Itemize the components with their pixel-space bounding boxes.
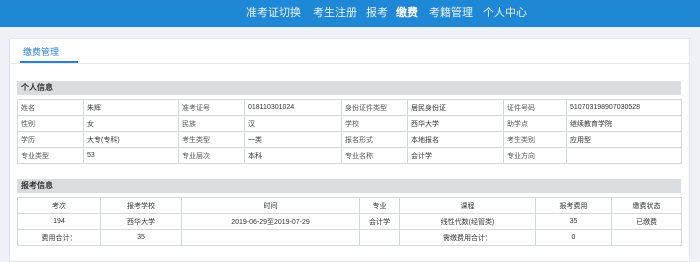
- table-header-row: 考次 报考学校 时间 专业 课程 报考费用 缴费状态: [17, 197, 682, 214]
- blank-cell: [611, 229, 682, 246]
- registration-table: 考次 报考学校 时间 专业 课程 报考费用 缴费状态 194 西华大学 2019…: [17, 197, 682, 246]
- course-cell: 线性代数(经管类): [399, 213, 536, 230]
- info-value: 53: [83, 147, 179, 164]
- amount-due-value: 0: [535, 229, 612, 246]
- column-header-major: 专业: [359, 197, 400, 214]
- column-header-school: 报考学校: [100, 197, 182, 214]
- info-value: [566, 147, 682, 164]
- table-row: 194 西华大学 2019-06-29至2019-07-29 会计学 线性代数(…: [17, 213, 682, 230]
- exam-session-cell: 194: [17, 213, 101, 230]
- school-cell: 西华大学: [100, 213, 182, 230]
- info-label: 报名形式: [341, 131, 408, 148]
- column-header-course: 课程: [399, 197, 536, 214]
- info-value: 018110301024: [244, 99, 342, 116]
- info-value: 510703198907030528: [566, 99, 682, 116]
- total-fee-label: 费用合计：: [17, 229, 101, 246]
- column-header-exam-session: 考次: [17, 197, 101, 214]
- info-label: 助学点: [503, 115, 567, 132]
- info-value: 一类: [244, 131, 342, 148]
- nav-item-switch-admission[interactable]: 准考证切换: [246, 6, 301, 21]
- info-value: 本地报名: [407, 131, 504, 148]
- nav-item-personal-center[interactable]: 个人中心: [483, 6, 527, 21]
- time-cell: 2019-06-29至2019-07-29: [181, 213, 360, 230]
- tab-divider: [10, 63, 689, 64]
- total-fee-value: 35: [100, 229, 182, 246]
- info-label: 证件号码: [503, 99, 567, 116]
- info-row: 姓名 朱辉 准考证号 018110301024 身份证件类型 居民身份证 证件号…: [17, 99, 682, 116]
- info-label: 姓名: [17, 99, 84, 116]
- personal-info-table: 姓名 朱辉 准考证号 018110301024 身份证件类型 居民身份证 证件号…: [17, 99, 682, 164]
- info-value: 会计学: [407, 147, 504, 164]
- info-label: 专业方向: [503, 147, 567, 164]
- registration-info-heading: 报考信息: [17, 179, 681, 193]
- fee-cell: 35: [535, 213, 612, 230]
- info-value: 大专(专科): [83, 131, 179, 148]
- nav-item-student-register[interactable]: 考生注册: [313, 6, 357, 21]
- info-label: 考生类别: [503, 131, 567, 148]
- amount-due-label: 需缴费用合计：: [399, 229, 536, 246]
- nav-item-payment[interactable]: 缴费: [396, 6, 418, 21]
- info-row: 性别 女 民族 汉 学校 西华大学 助学点 继续教育学院: [17, 115, 682, 132]
- info-row: 专业类型 53 专业层次 本科 专业名称 会计学 专业方向: [17, 147, 682, 164]
- info-value: 继续教育学院: [566, 115, 682, 132]
- info-value: 朱辉: [83, 99, 179, 116]
- info-label: 学历: [17, 131, 84, 148]
- column-header-fee: 报考费用: [535, 197, 612, 214]
- info-label: 考生类型: [178, 131, 245, 148]
- info-label: 准考证号: [178, 99, 245, 116]
- info-value: 应用型: [566, 131, 682, 148]
- info-label: 性别: [17, 115, 84, 132]
- nav-item-apply-exam[interactable]: 报考: [366, 6, 388, 21]
- info-value: 本科: [244, 147, 342, 164]
- info-row: 学历 大专(专科) 考生类型 一类 报名形式 本地报名 考生类别 应用型: [17, 131, 682, 148]
- info-value: 西华大学: [407, 115, 504, 132]
- nav-item-records-management[interactable]: 考籍管理: [429, 6, 473, 21]
- tab-payment-management[interactable]: 缴费管理: [20, 44, 62, 60]
- column-header-payment-status: 缴费状态: [611, 197, 682, 214]
- info-label: 专业名称: [341, 147, 408, 164]
- info-label: 民族: [178, 115, 245, 132]
- blank-cell: [359, 229, 400, 246]
- payment-status-cell: 已缴费: [611, 213, 682, 230]
- total-row: 费用合计： 35 需缴费用合计： 0: [17, 229, 682, 246]
- personal-info-heading: 个人信息: [17, 81, 681, 95]
- payment-panel: 缴费管理 个人信息 姓名 朱辉 准考证号 018110301024 身份证件类型…: [9, 38, 690, 262]
- blank-cell: [181, 229, 360, 246]
- info-value: 汉: [244, 115, 342, 132]
- info-label: 身份证件类型: [341, 99, 408, 116]
- info-label: 学校: [341, 115, 408, 132]
- info-value: 女: [83, 115, 179, 132]
- info-value: 居民身份证: [407, 99, 504, 116]
- main-nav: 准考证切换 考生注册 报考 缴费 考籍管理 个人中心: [0, 0, 700, 27]
- column-header-time: 时间: [181, 197, 360, 214]
- major-cell: 会计学: [359, 213, 400, 230]
- info-label: 专业层次: [178, 147, 245, 164]
- info-label: 专业类型: [17, 147, 84, 164]
- top-navigation-bar: 准考证切换 考生注册 报考 缴费 考籍管理 个人中心: [0, 0, 700, 27]
